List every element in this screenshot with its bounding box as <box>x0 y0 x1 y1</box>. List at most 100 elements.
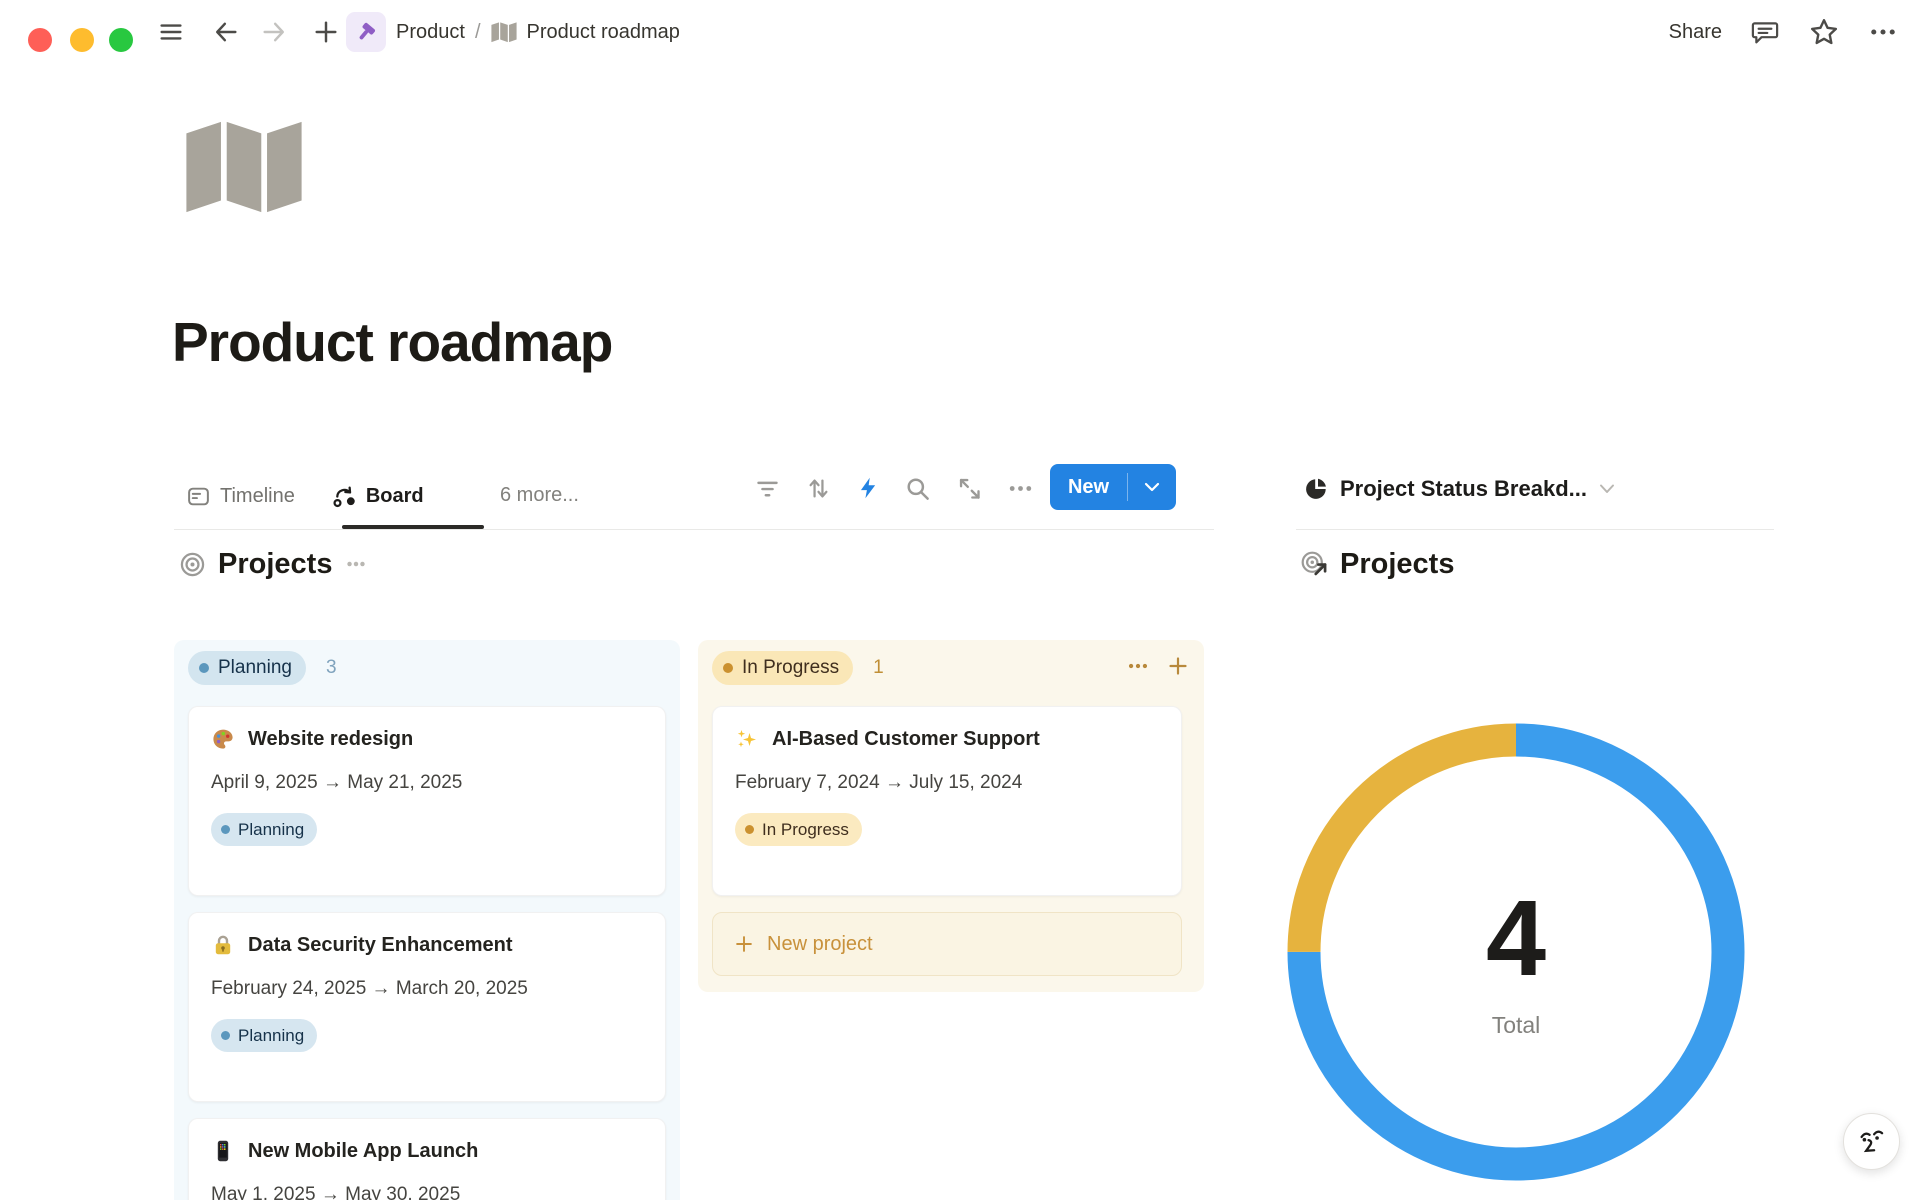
project-card[interactable]: New Mobile App Launch May 1, 2025 → May … <box>188 1118 666 1200</box>
new-button[interactable]: New <box>1050 464 1176 510</box>
plus-icon <box>312 18 340 46</box>
card-date-range: May 1, 2025 → May 30, 2025 <box>211 1184 643 1200</box>
sidebar-menu-button[interactable] <box>154 15 188 49</box>
group-name: In Progress <box>742 657 839 679</box>
breadcrumb-page[interactable]: Product roadmap <box>527 21 680 44</box>
donut-total-label: Total <box>1366 1012 1666 1039</box>
automations-button[interactable] <box>854 474 882 502</box>
status-label: Planning <box>238 820 304 840</box>
teamspace-icon-button[interactable] <box>346 12 386 52</box>
filter-button[interactable] <box>753 474 781 502</box>
card-title: Data Security Enhancement <box>248 934 513 957</box>
view-options-button[interactable] <box>1006 474 1034 502</box>
sparkles-emoji <box>735 727 759 751</box>
card-status-tag: Planning <box>211 1019 317 1052</box>
status-label: Planning <box>238 1026 304 1046</box>
lightning-bolt-icon <box>855 475 881 501</box>
share-button[interactable]: Share <box>1669 21 1722 44</box>
page-icon-button[interactable] <box>182 118 306 219</box>
breadcrumb-teamspace[interactable]: Product <box>396 21 465 44</box>
arrow-left-icon <box>212 18 240 46</box>
map-icon <box>182 118 306 214</box>
project-card[interactable]: Website redesign April 9, 2025 → May 21,… <box>188 706 666 896</box>
new-button-dropdown[interactable] <box>1128 482 1176 492</box>
tab-board-label: Board <box>366 485 424 508</box>
comments-icon[interactable] <box>1750 17 1780 47</box>
more-options-icon[interactable] <box>1868 17 1898 47</box>
new-project-label: New project <box>767 933 873 956</box>
tab-timeline-label: Timeline <box>220 485 295 508</box>
expand-view-button[interactable] <box>955 474 983 502</box>
chart-title[interactable]: Projects <box>1340 548 1454 581</box>
tab-board[interactable]: Board <box>331 483 424 509</box>
sort-icon <box>805 475 832 502</box>
new-project-button[interactable]: New project <box>712 912 1182 976</box>
hamburger-icon <box>157 18 185 46</box>
project-card[interactable]: Data Security Enhancement February 24, 2… <box>188 912 666 1102</box>
chart-section-header: Projects <box>1300 546 1454 582</box>
history-forward-button[interactable] <box>257 15 291 49</box>
pie-chart-icon <box>1304 477 1328 501</box>
group-pill-planning[interactable]: Planning <box>188 651 306 685</box>
page-title: Product roadmap <box>172 310 612 374</box>
card-title: AI-Based Customer Support <box>772 728 1040 751</box>
mobile-phone-emoji <box>211 1139 235 1163</box>
sort-button[interactable] <box>804 474 832 502</box>
filter-icon <box>754 475 781 502</box>
lock-emoji <box>211 933 235 957</box>
status-dot <box>221 1031 230 1040</box>
group-count: 1 <box>873 657 884 679</box>
board-options-icon[interactable] <box>344 552 368 576</box>
chevron-down-icon <box>1144 482 1160 492</box>
ai-face-icon <box>1856 1126 1888 1158</box>
chevron-down-icon <box>1599 484 1615 494</box>
card-status-tag: In Progress <box>735 813 862 846</box>
target-arrow-icon <box>1300 550 1328 578</box>
map-icon <box>491 20 517 44</box>
chart-view-selector-label: Project Status Breakd... <box>1340 476 1587 502</box>
app-window: Product / Product roadmap Share <box>0 0 1920 1200</box>
window-titlebar: Product / Product roadmap Share <box>0 0 1920 64</box>
donut-total-value: 4 <box>1366 884 1666 992</box>
palette-emoji <box>211 727 235 751</box>
new-page-button[interactable] <box>309 15 343 49</box>
more-views-button[interactable]: 6 more... <box>500 484 579 507</box>
group-count: 3 <box>326 657 337 679</box>
arrow-right-icon <box>260 18 288 46</box>
chart-view-selector[interactable]: Project Status Breakd... <box>1304 474 1615 504</box>
tab-timeline[interactable]: Timeline <box>186 484 295 509</box>
group-pill-in-progress[interactable]: In Progress <box>712 651 853 685</box>
topbar-actions: Share <box>1669 0 1898 64</box>
status-dot <box>723 663 733 673</box>
card-date-range: February 7, 2024 → July 15, 2024 <box>735 772 1159 794</box>
card-title: New Mobile App Launch <box>248 1140 478 1163</box>
notion-ai-button[interactable] <box>1843 1113 1900 1170</box>
toolbar-divider <box>174 529 1214 530</box>
column-header-planning: Planning 3 <box>188 651 337 685</box>
card-title: Website redesign <box>248 728 413 751</box>
column-options-icon[interactable] <box>1126 654 1150 678</box>
favorite-star-icon[interactable] <box>1808 16 1840 48</box>
card-date-range: February 24, 2025 → March 20, 2025 <box>211 978 643 1000</box>
ellipsis-icon <box>1007 475 1034 502</box>
zoom-window-button[interactable] <box>109 28 133 52</box>
board-section-header: Projects <box>179 546 368 582</box>
close-window-button[interactable] <box>28 28 52 52</box>
card-date-range: April 9, 2025 → May 21, 2025 <box>211 772 643 794</box>
view-tabs: Timeline Board <box>186 468 424 524</box>
add-card-icon[interactable] <box>1166 654 1190 678</box>
breadcrumb-separator: / <box>475 21 481 44</box>
card-status-tag: Planning <box>211 813 317 846</box>
search-icon <box>904 475 931 502</box>
history-back-button[interactable] <box>209 15 243 49</box>
column-controls <box>1126 654 1190 678</box>
plus-icon <box>733 933 755 955</box>
expand-diagonal-icon <box>956 475 983 502</box>
status-label: In Progress <box>762 820 849 840</box>
minimize-window-button[interactable] <box>70 28 94 52</box>
status-dot <box>221 825 230 834</box>
search-button[interactable] <box>903 474 931 502</box>
timeline-icon <box>186 484 211 509</box>
project-card[interactable]: AI-Based Customer Support February 7, 20… <box>712 706 1182 896</box>
board-title[interactable]: Projects <box>218 548 332 581</box>
